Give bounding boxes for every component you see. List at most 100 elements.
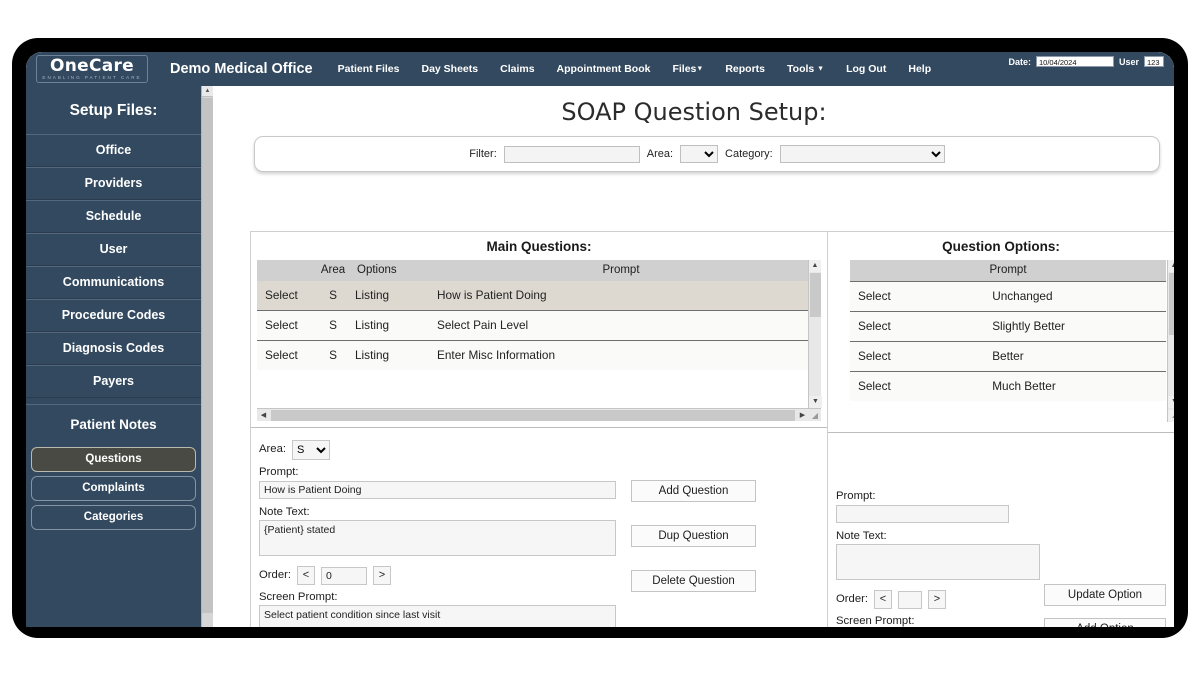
nav-item-patient-files[interactable]: Patient Files (327, 63, 411, 75)
nav-item-log-out[interactable]: Log Out (835, 63, 897, 75)
sidebar-heading: Setup Files: (69, 102, 158, 119)
form-order-input[interactable] (321, 566, 368, 585)
option-prompt-input[interactable] (836, 505, 1009, 523)
form-area-select[interactable]: S (292, 440, 331, 460)
resize-grip-icon[interactable]: ◢ (809, 411, 821, 420)
panel-divider (251, 427, 827, 428)
update-option-button[interactable]: Update Option (1044, 584, 1166, 606)
col-prompt: Prompt (850, 260, 1166, 282)
question-options-panel: Question Options: Prompt Select Unchange… (828, 231, 1174, 627)
option-order-next-button[interactable]: > (928, 590, 947, 609)
sidebar-scrollbar[interactable]: ▲ (201, 86, 213, 627)
table-row[interactable]: Select S Listing Select Pain Level (257, 310, 821, 341)
option-order-input[interactable] (898, 590, 923, 609)
sidebar-item-schedule[interactable]: Schedule (26, 200, 201, 233)
row-select-link[interactable]: Select (850, 281, 993, 312)
office-name: Demo Medical Office (170, 61, 313, 77)
nav-item-claims[interactable]: Claims (489, 63, 545, 75)
resize-grip-icon[interactable]: ◢ (1168, 410, 1174, 422)
row-select-link[interactable]: Select (257, 310, 311, 341)
scroll-up-icon[interactable]: ▲ (202, 86, 213, 97)
row-prompt: Much Better (992, 371, 1166, 401)
main-questions-grid: Area Options Prompt Select S Listing How… (257, 260, 822, 408)
filter-input[interactable] (503, 145, 640, 163)
sidebar-item-diagnosis-codes[interactable]: Diagnosis Codes (26, 332, 201, 365)
sidebar-item-providers[interactable]: Providers (26, 167, 201, 200)
scroll-up-icon[interactable]: ▲ (809, 260, 821, 272)
table-row[interactable]: Select Better (850, 341, 1166, 372)
sidebar-item-categories[interactable]: Categories (31, 505, 196, 530)
row-area: S (311, 310, 355, 341)
table-row[interactable]: Select Slightly Better (850, 311, 1166, 342)
table-header-row: Area Options Prompt (257, 260, 821, 281)
sidebar-item-complaints[interactable]: Complaints (31, 476, 196, 501)
row-prompt: Enter Misc Information (421, 340, 821, 370)
date-field[interactable]: 10/04/2024 (1035, 56, 1114, 67)
table-row[interactable]: Select S Listing Enter Misc Information (257, 340, 821, 370)
question-options-vertical-scrollbar[interactable]: ▲ ▼ ◢ (1167, 260, 1174, 422)
dup-question-button[interactable]: Dup Question (631, 525, 756, 547)
nav-item-help[interactable]: Help (897, 63, 942, 75)
nav-links: Demo Medical Office Patient Files Day Sh… (162, 52, 942, 86)
panel-divider (828, 432, 1174, 433)
logo-tagline: ENABLING PATIENT CARE (42, 75, 142, 80)
form-area-label: Area: (259, 443, 287, 455)
add-option-button[interactable]: Add Option (1044, 618, 1166, 627)
sidebar-item-user[interactable]: User (26, 233, 201, 266)
onecare-logo[interactable]: OneCare ENABLING PATIENT CARE (36, 55, 148, 83)
scroll-right-icon[interactable]: ▶ (796, 411, 809, 419)
scroll-down-icon[interactable]: ▼ (809, 396, 822, 408)
nav-item-appointment-book[interactable]: Appointment Book (546, 63, 662, 75)
scrollbar-thumb[interactable] (1169, 273, 1174, 335)
row-select-link[interactable]: Select (850, 341, 993, 372)
order-next-button[interactable]: > (373, 566, 392, 585)
sidebar-scrollbar-thumb[interactable] (202, 98, 213, 613)
main-questions-table: Area Options Prompt Select S Listing How… (257, 260, 821, 370)
table-row[interactable]: Select Unchanged (850, 281, 1166, 312)
col-prompt: Prompt (421, 260, 821, 281)
category-select[interactable] (779, 145, 945, 163)
form-note-text-textarea[interactable] (259, 520, 616, 556)
delete-question-button[interactable]: Delete Question (631, 570, 756, 592)
table-row[interactable]: Select Much Better (850, 371, 1166, 401)
nav-item-reports[interactable]: Reports (714, 63, 776, 75)
scroll-left-icon[interactable]: ◀ (257, 411, 270, 419)
user-field[interactable]: 123 (1144, 56, 1164, 67)
row-area: S (311, 340, 355, 370)
row-select-link[interactable]: Select (850, 371, 993, 401)
question-options-title: Question Options: (942, 239, 1060, 254)
scroll-up-icon[interactable]: ▲ (1168, 260, 1174, 272)
form-screen-prompt-textarea[interactable] (259, 605, 616, 627)
main-questions-horizontal-scrollbar[interactable]: ◀ ▶ ◢ (257, 408, 821, 421)
question-action-buttons: Add Question Dup Question Delete Questio… (631, 480, 756, 592)
row-prompt: How is Patient Doing (421, 281, 821, 311)
form-screen-prompt-label: Screen Prompt: (259, 591, 338, 603)
area-select[interactable] (680, 145, 719, 163)
sidebar-item-procedure-codes[interactable]: Procedure Codes (26, 299, 201, 332)
scroll-down-icon[interactable]: ▼ (1168, 396, 1174, 408)
main-questions-title: Main Questions: (486, 239, 592, 254)
row-select-link[interactable]: Select (850, 311, 993, 342)
col-area: Area (311, 260, 355, 281)
row-select-link[interactable]: Select (257, 340, 311, 370)
nav-item-tools[interactable]: Tools ▼ (776, 63, 835, 75)
sidebar-item-payers[interactable]: Payers (26, 365, 201, 398)
chevron-down-icon: ▼ (817, 65, 825, 73)
scrollbar-thumb[interactable] (271, 409, 795, 421)
nav-item-files[interactable]: Files▼ (661, 63, 714, 75)
nav-item-day-sheets[interactable]: Day Sheets (410, 63, 489, 75)
form-prompt-input[interactable] (259, 481, 616, 499)
sidebar-item-questions[interactable]: Questions (31, 447, 196, 472)
option-note-text-textarea[interactable] (836, 544, 1040, 580)
top-navigation-bar: OneCare ENABLING PATIENT CARE Demo Medic… (26, 52, 1174, 86)
sidebar-item-office[interactable]: Office (26, 134, 201, 167)
question-options-table: Prompt Select Unchanged Select Slightly … (850, 260, 1166, 401)
option-order-prev-button[interactable]: < (874, 590, 893, 609)
row-select-link[interactable]: Select (257, 281, 311, 311)
table-row[interactable]: Select S Listing How is Patient Doing (257, 281, 821, 311)
sidebar-item-communications[interactable]: Communications (26, 266, 201, 299)
add-question-button[interactable]: Add Question (631, 480, 756, 502)
scrollbar-thumb[interactable] (810, 273, 821, 317)
main-questions-vertical-scrollbar[interactable]: ▲ ▼ (808, 260, 822, 408)
order-prev-button[interactable]: < (297, 566, 316, 585)
